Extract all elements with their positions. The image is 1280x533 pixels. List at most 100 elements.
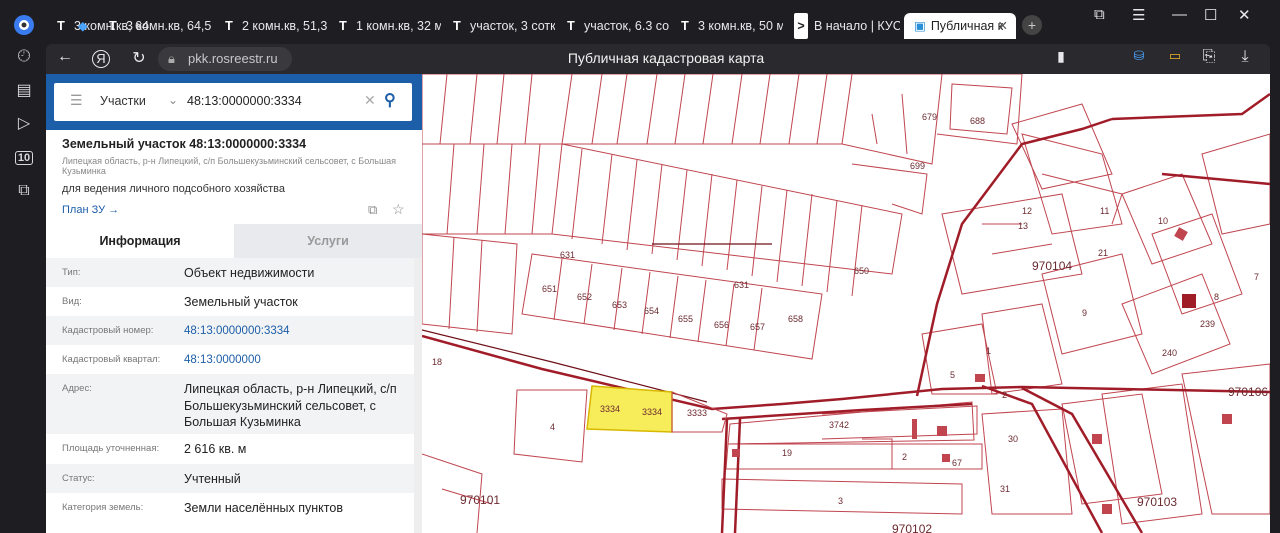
cadastral-quarter-link[interactable]: 48:13:0000000 <box>184 352 409 369</box>
tab-icon-only[interactable]: ◆ <box>78 13 98 39</box>
parcel-label: 3333 <box>687 408 707 418</box>
parcel-label: 67 <box>952 458 962 468</box>
search-box[interactable]: ☰ Участки ⌄ 48:13:0000000:3334 ✕ ⚲ <box>54 83 412 121</box>
attr-label: Площадь уточненная: <box>62 443 160 454</box>
parcel-label: 2 <box>1002 390 1007 400</box>
parcel-label: 2 <box>902 452 907 462</box>
collections-icon[interactable]: ▤ <box>13 80 35 102</box>
info-tabs: Информация Услуги <box>46 224 422 258</box>
parcel-label: 631 <box>560 250 575 260</box>
chevron-down-icon[interactable]: ⌄ <box>168 93 178 107</box>
translate-icon[interactable]: ⎘ <box>1198 48 1220 66</box>
battery-icon[interactable]: ▭ <box>1164 48 1186 64</box>
block-label: 970104 <box>1032 259 1072 273</box>
parcel-label: 3334 <box>642 407 662 417</box>
attr-value: 2 616 кв. м <box>184 442 247 456</box>
url-text: pkk.rosreestr.ru <box>188 51 278 66</box>
parcel-label: 631 <box>734 280 749 290</box>
tab-services[interactable]: Услуги <box>234 224 422 258</box>
parcel-label: 31 <box>1000 484 1010 494</box>
browser-side-rail: 🕘︎ ▤ ▷ 10 ⧉ <box>0 0 46 533</box>
search-doc-icon[interactable]: ⧉ <box>368 202 377 218</box>
parcel-label: 239 <box>1200 319 1215 329</box>
parcel-label: 3334 <box>600 404 620 414</box>
parcel-label: 21 <box>1098 248 1108 258</box>
tab-4[interactable]: T 1 комн.кв, 32 м <box>336 13 441 39</box>
parcel-label: 658 <box>788 314 803 324</box>
cadastral-number-link[interactable]: 48:13:0000000:3334 <box>184 323 409 340</box>
tab-label: участок, 6.3 сот <box>584 19 669 33</box>
parcel-label: 12 <box>1022 206 1032 216</box>
object-use: для ведения личного подсобного хозяйства <box>62 183 285 195</box>
reload-icon[interactable]: ↻ <box>128 48 150 68</box>
attr-label: Тип: <box>62 267 81 278</box>
parcel-label: 657 <box>750 322 765 332</box>
attr-row-cadastral-quarter: Кадастровый квартал: 48:13:0000000 <box>46 345 414 374</box>
menu-icon[interactable]: ☰ <box>1132 6 1145 24</box>
attr-row-cadastral-number: Кадастровый номер: 48:13:0000000:3334 <box>46 316 414 345</box>
tab-6[interactable]: Tучасток, 6.3 сот <box>564 13 669 39</box>
parcel-label: 3 <box>838 496 843 506</box>
parcel-label: 19 <box>782 448 792 458</box>
tab-label: Публичная к <box>930 19 1004 33</box>
menu-icon[interactable]: ☰ <box>70 92 83 109</box>
attr-label: Кадастровый квартал: <box>62 354 161 365</box>
tab-active[interactable]: ▣ Публичная к ✕ <box>904 13 1016 39</box>
tab-label: 2 комн.кв, 51,3 <box>242 19 327 33</box>
download-icon[interactable]: ⤓ <box>1234 48 1256 66</box>
tab-icon: T <box>225 19 233 33</box>
ten-icon[interactable]: 10 <box>13 147 35 169</box>
attr-label: Категория земель: <box>62 502 144 513</box>
play-icon[interactable]: ▷ <box>13 113 35 135</box>
collections-icon[interactable]: ⧉ <box>1094 6 1105 23</box>
back-icon[interactable]: ← <box>54 48 76 66</box>
search-input[interactable]: 48:13:0000000:3334 <box>187 94 302 108</box>
tab-8[interactable]: > В начало | КУС <box>794 13 900 39</box>
parcel-label: 652 <box>577 292 592 302</box>
layer-select[interactable]: Участки <box>100 94 146 108</box>
bookmark-icon[interactable]: ▮ <box>1050 48 1072 65</box>
panel-scrollbar[interactable] <box>414 258 422 533</box>
history-icon[interactable]: 🕘︎ <box>13 46 35 68</box>
tab-2[interactable]: T 3 комн.кв, 64,5 <box>106 13 211 39</box>
parcel-label: 13 <box>1018 221 1028 231</box>
attr-row-kind: Вид: Земельный участок <box>46 287 414 316</box>
parcel-label: 688 <box>970 116 985 126</box>
clear-icon[interactable]: ✕ <box>364 92 376 109</box>
tab-icon: T <box>339 19 347 33</box>
tab-7[interactable]: T 3 комн.кв, 50 м <box>678 13 783 39</box>
search-header: ☰ Участки ⌄ 48:13:0000000:3334 ✕ ⚲ <box>46 74 422 130</box>
browser-logo-icon[interactable] <box>13 14 35 36</box>
search-icon[interactable]: ⚲ <box>384 90 396 110</box>
tab-information[interactable]: Информация <box>46 224 234 258</box>
cube-icon: ◆ <box>78 19 88 33</box>
close-tab-icon[interactable]: ✕ <box>998 13 1008 39</box>
attr-row-status: Статус: Учтенный <box>46 464 414 493</box>
lock-icon: 🔒︎ <box>168 51 175 66</box>
extension-icon[interactable]: ⛁ <box>1128 48 1150 64</box>
parcel-label: 8 <box>1214 292 1219 302</box>
parcel-label: 653 <box>612 300 627 310</box>
tab-5[interactable]: Tучасток, 3 сотк <box>450 13 555 39</box>
address-bar: ← Я ↻ 🔒︎ pkk.rosreestr.ru Публичная када… <box>46 44 1270 74</box>
url-field[interactable]: 🔒︎ pkk.rosreestr.ru <box>158 47 292 71</box>
parcel-label: 3742 <box>829 420 849 430</box>
yandex-button[interactable]: Я <box>92 50 110 68</box>
minimize-icon[interactable]: — <box>1172 6 1187 23</box>
parcel-label: 650 <box>854 266 869 276</box>
plan-link[interactable]: План ЗУ → <box>62 204 119 216</box>
tab-label: 1 комн.кв, 32 м <box>356 19 441 33</box>
cadastral-map[interactable]: 970104 970101 970102 970103 970106 3334 … <box>422 74 1270 533</box>
parcel-label: 655 <box>678 314 693 324</box>
block-label: 970103 <box>1137 495 1177 509</box>
parcel-label: 5 <box>950 370 955 380</box>
attr-value: Объект недвижимости <box>184 266 315 280</box>
star-icon[interactable]: ☆ <box>392 201 405 218</box>
maximize-icon[interactable]: ☐ <box>1204 6 1217 24</box>
tab-3[interactable]: T 2 комн.кв, 51,3 <box>222 13 327 39</box>
new-tab-button[interactable]: + <box>1022 15 1042 35</box>
close-window-icon[interactable]: ✕ <box>1238 6 1251 24</box>
block-label: 970102 <box>892 522 932 533</box>
screenshot-icon[interactable]: ⧉ <box>13 180 35 202</box>
map-canvas[interactable]: 970104 970101 970102 970103 970106 3334 … <box>422 74 1270 533</box>
